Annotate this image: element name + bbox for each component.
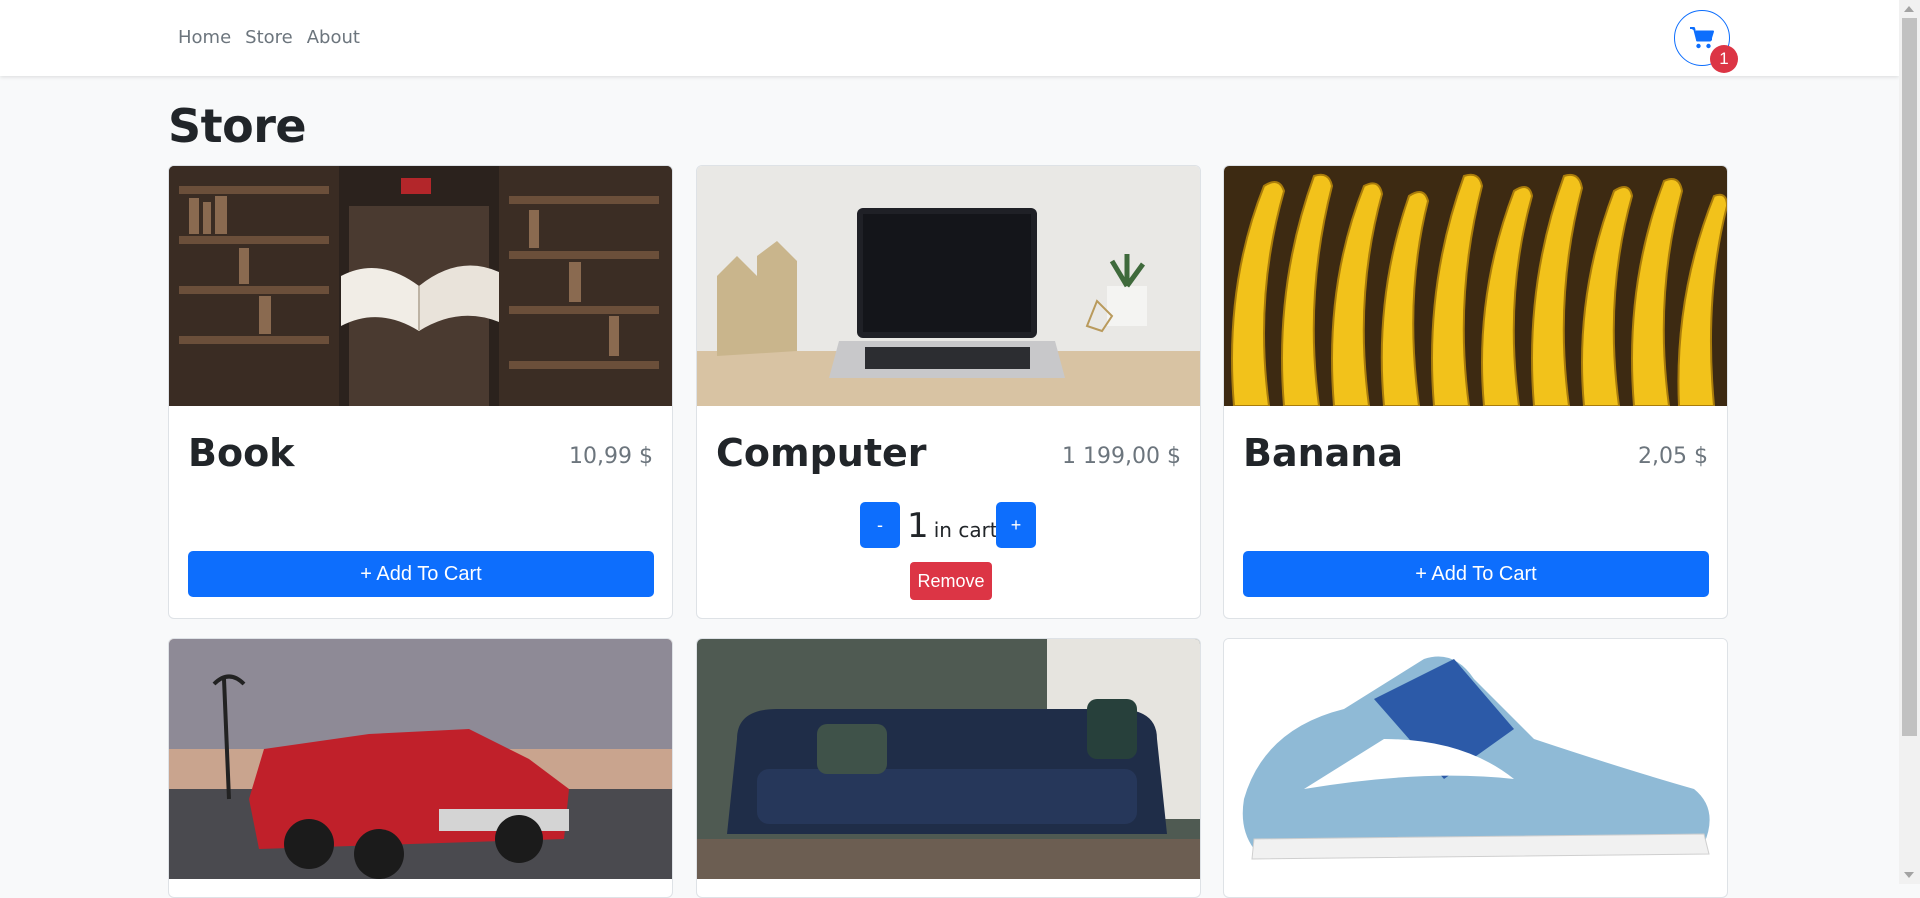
product-price: 1 199,00 $ bbox=[1062, 444, 1181, 469]
scroll-up-arrow-icon[interactable] bbox=[1904, 6, 1914, 12]
product-image-sofa bbox=[697, 639, 1200, 879]
quantity-value: 1 bbox=[907, 506, 929, 546]
product-card-computer: Computer 1 199,00 $ - 1 in cart + Remove bbox=[696, 165, 1201, 619]
in-cart-label: in cart bbox=[933, 518, 998, 542]
nav-link-home[interactable]: Home bbox=[178, 27, 231, 48]
add-to-cart-button[interactable]: + Add To Cart bbox=[1243, 551, 1709, 597]
product-name: Computer bbox=[716, 431, 927, 475]
cart-count-badge: 1 bbox=[1710, 45, 1738, 73]
increment-button[interactable]: + bbox=[996, 502, 1036, 548]
decrement-button[interactable]: - bbox=[860, 502, 900, 548]
cart-quantity: 1 in cart bbox=[907, 506, 998, 546]
navbar: Home Store About 1 bbox=[0, 0, 1899, 76]
product-name: Book bbox=[188, 431, 295, 475]
product-price: 2,05 $ bbox=[1638, 444, 1708, 469]
remove-button[interactable]: Remove bbox=[910, 562, 992, 600]
product-card-car bbox=[168, 638, 673, 898]
product-name: Banana bbox=[1243, 431, 1403, 475]
product-card-banana: Banana 2,05 $ + Add To Cart bbox=[1223, 165, 1728, 619]
product-image-banana bbox=[1224, 166, 1727, 406]
product-card-shoe bbox=[1223, 638, 1728, 898]
nav-link-about[interactable]: About bbox=[307, 27, 360, 48]
cart-icon bbox=[1690, 27, 1714, 49]
product-image-computer bbox=[697, 166, 1200, 406]
page-scrollbar[interactable] bbox=[1899, 0, 1920, 884]
nav-links: Home Store About bbox=[178, 27, 360, 48]
product-image-car bbox=[169, 639, 672, 879]
product-card-sofa bbox=[696, 638, 1201, 898]
scroll-down-arrow-icon[interactable] bbox=[1904, 872, 1914, 878]
product-price: 10,99 $ bbox=[569, 444, 653, 469]
add-to-cart-button[interactable]: + Add To Cart bbox=[188, 551, 654, 597]
nav-link-store[interactable]: Store bbox=[245, 27, 293, 48]
product-card-book: Book 10,99 $ + Add To Cart bbox=[168, 165, 673, 619]
scroll-thumb[interactable] bbox=[1902, 18, 1917, 736]
product-image-shoe bbox=[1224, 639, 1727, 879]
page-title: Store bbox=[168, 99, 307, 153]
product-image-book bbox=[169, 166, 672, 406]
